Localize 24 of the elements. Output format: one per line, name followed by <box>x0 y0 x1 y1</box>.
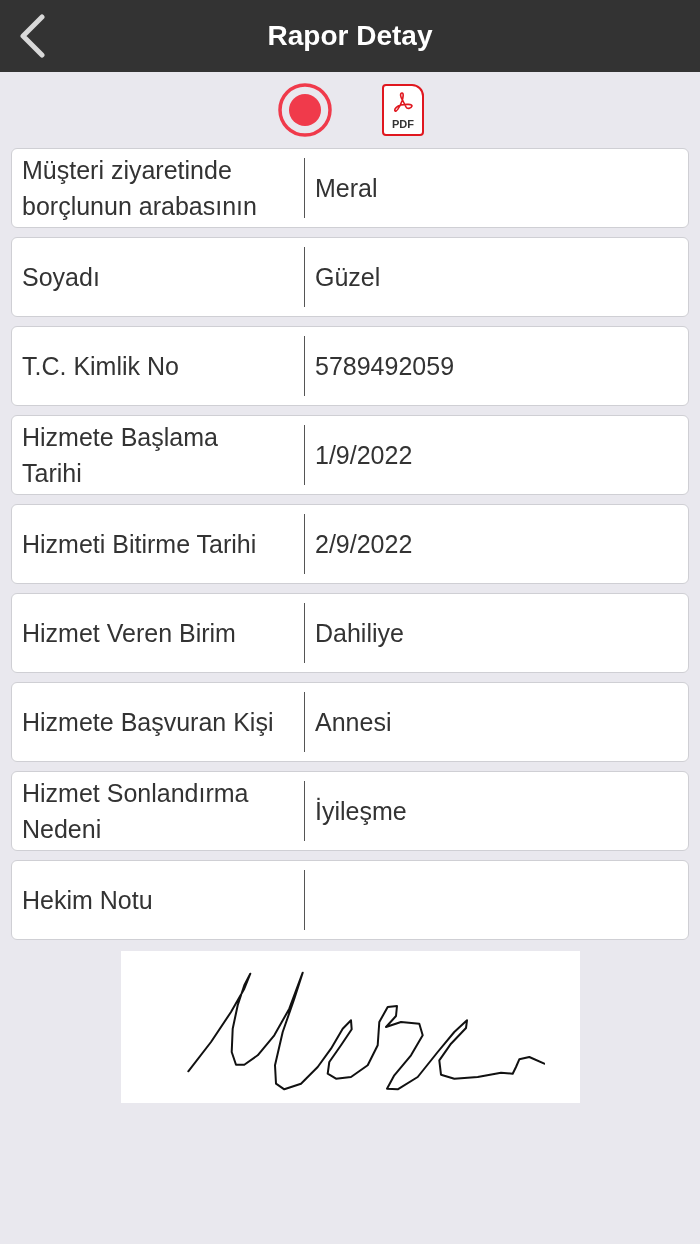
field-label: Müşteri ziyaretinde borçlunun arabasının <box>22 155 258 222</box>
field-label: Hizmete Başvuran Kişi <box>22 707 274 738</box>
field-value: Meral <box>315 173 378 204</box>
field-value: Dahiliye <box>315 618 404 649</box>
swirl-icon <box>392 92 414 112</box>
field-label: Hizmet Sonlandırma Nedeni <box>22 778 250 845</box>
chevron-left-icon <box>18 14 46 58</box>
field-label: Hizmeti Bitirme Tarihi <box>22 529 257 560</box>
field-label: Hekim Notu <box>22 885 153 916</box>
record-button[interactable] <box>278 83 332 137</box>
field-label: Hizmete Başlama Tarihi <box>22 422 219 489</box>
screen-title: Rapor Detay <box>267 20 433 52</box>
field-value: 5789492059 <box>315 351 455 382</box>
field-value: 1/9/2022 <box>315 440 413 471</box>
field-value: İyileşme <box>315 796 407 827</box>
record-icon <box>278 83 332 137</box>
field-label: T.C. Kimlik No <box>22 351 179 382</box>
pdf-button[interactable]: PDF <box>382 84 424 136</box>
field-label: Soyadı <box>22 262 100 293</box>
back-button[interactable] <box>18 14 46 58</box>
field-value: Güzel <box>315 262 381 293</box>
field-value: Annesi <box>315 707 392 738</box>
field-label: Hizmet Veren Birim <box>22 618 236 649</box>
field-value: 2/9/2022 <box>315 529 413 560</box>
